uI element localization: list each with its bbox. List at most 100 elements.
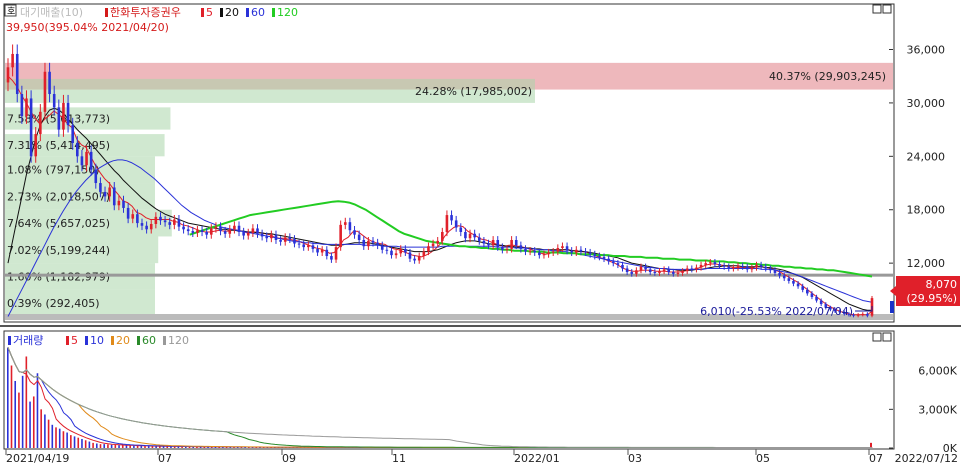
candle-body	[519, 245, 523, 249]
volume-bar	[73, 436, 76, 448]
price-legend: 대기매출(10) 한화투자증권우 5 20 60 120	[20, 6, 298, 19]
x-tick-label: 2022/07/12	[895, 452, 958, 464]
candle-body	[126, 207, 130, 219]
volume-bar	[107, 444, 109, 448]
volume-bar	[133, 445, 135, 448]
candle-body	[635, 270, 638, 274]
candle-body	[736, 265, 740, 268]
legend-ma-label: 120	[277, 6, 298, 19]
candle-body	[325, 249, 329, 257]
supply-zone-label: 0.39% (292,405)	[7, 297, 100, 310]
candle-body	[367, 240, 370, 247]
volume-bar	[77, 437, 80, 448]
candle-body	[810, 293, 814, 297]
volume-bar	[125, 445, 128, 448]
candle-body	[727, 266, 731, 269]
candle-body	[538, 252, 541, 256]
volume-bar	[40, 409, 42, 448]
legend-volume-ma-swatch	[137, 336, 140, 345]
candle-body	[163, 220, 167, 223]
candle-body	[186, 229, 190, 232]
candle-body	[293, 239, 296, 244]
candle-body	[154, 216, 158, 224]
legend-volume-ma-swatch	[66, 336, 69, 345]
supply-zone-label: 1.08% (797,150)	[7, 164, 100, 177]
legend-series-label: 대기매출(10)	[20, 6, 83, 19]
candle-body	[653, 272, 657, 274]
candle-body	[274, 234, 278, 240]
candle-body	[514, 239, 518, 246]
candle-body	[371, 240, 375, 243]
candle-body	[214, 226, 218, 229]
legend-volume-ma-swatch	[85, 336, 88, 345]
volume-panel-restore-button[interactable]	[872, 332, 882, 342]
volume-bar	[44, 414, 46, 448]
candle-body	[357, 234, 361, 240]
candle-body	[223, 231, 227, 234]
volume-bar	[144, 446, 146, 448]
candle-body	[29, 98, 33, 157]
candle-body	[450, 215, 453, 221]
candle-body	[441, 231, 444, 241]
candle-body	[404, 248, 407, 253]
candle-body	[149, 223, 153, 230]
legend-ma-swatch	[220, 8, 223, 17]
candle-body	[334, 247, 338, 260]
candle-body	[270, 234, 273, 239]
candle-body	[699, 264, 703, 268]
candle-body	[427, 246, 430, 252]
candle-body	[85, 151, 88, 166]
volume-bar	[14, 380, 17, 448]
candle-body	[468, 233, 472, 239]
candle-body	[140, 223, 144, 226]
candle-body	[551, 251, 555, 253]
candle-body	[745, 266, 749, 270]
candle-body	[422, 251, 426, 257]
candle-body	[556, 248, 560, 252]
volume-panel-maximize-button[interactable]	[882, 332, 892, 342]
candle-body	[136, 214, 139, 224]
candle-body	[399, 248, 403, 254]
candle-body	[103, 191, 107, 197]
candle-body	[801, 286, 804, 290]
candle-body	[177, 219, 181, 227]
candle-body	[43, 71, 47, 112]
candle-body	[233, 225, 236, 230]
price-panel-maximize-button[interactable]	[882, 4, 892, 14]
candle-body	[311, 245, 315, 249]
candle-body	[25, 98, 28, 117]
candle-body	[251, 228, 255, 233]
candle-body	[732, 267, 735, 269]
candle-body	[200, 230, 204, 232]
price-tick-label: 24,000	[907, 150, 946, 163]
candle-body	[348, 222, 352, 231]
candle-body	[246, 232, 250, 236]
candle-body	[681, 271, 684, 273]
candle-body	[66, 102, 70, 126]
x-tick-label: 03	[628, 452, 642, 464]
price-panel-restore-button[interactable]	[872, 4, 882, 14]
candle-body	[168, 222, 172, 225]
volume-bar	[92, 442, 94, 448]
candle-body	[806, 289, 809, 294]
candle-body	[759, 264, 763, 267]
candle-body	[320, 249, 324, 253]
candle-body	[695, 267, 698, 270]
candle-body	[773, 270, 777, 273]
candle-body	[436, 240, 439, 244]
candle-body	[769, 268, 772, 271]
candle-body	[866, 313, 869, 316]
volume-bar	[10, 365, 13, 448]
volume-bar	[21, 375, 24, 448]
low-marker-label: 6,010(-25.53% 2022/07/04)	[700, 305, 853, 318]
candle-body	[778, 272, 781, 276]
candle-body	[283, 237, 287, 242]
candle-body	[242, 231, 245, 236]
candle-body	[191, 231, 195, 233]
candle-body	[792, 280, 795, 284]
candle-body	[704, 263, 707, 265]
candle-body	[570, 250, 573, 253]
volume-bar	[88, 441, 91, 448]
legend-ma-label: 20	[225, 6, 239, 19]
candle-body	[856, 314, 860, 316]
